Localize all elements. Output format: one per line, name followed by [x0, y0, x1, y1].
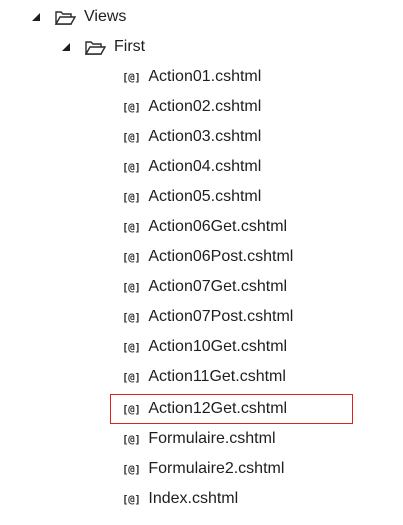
razor-file-icon: [@] — [122, 432, 141, 446]
razor-file-icon: [@] — [122, 492, 141, 506]
file-label: Action11Get.cshtml — [148, 368, 286, 385]
tree-node-label: Views — [84, 8, 127, 25]
file-label: Action10Get.cshtml — [148, 338, 288, 355]
expanded-triangle-icon[interactable] — [30, 11, 42, 23]
razor-file-icon: [@] — [122, 130, 141, 144]
file-label: Action12Get.cshtml — [148, 400, 288, 417]
razor-file-icon: [@] — [122, 250, 141, 264]
file-label: Action07Post.cshtml — [148, 308, 294, 325]
file-item-action03[interactable]: [@] Action03.cshtml — [122, 124, 261, 150]
razor-file-icon: [@] — [122, 280, 141, 294]
file-item-action01[interactable]: [@] Action01.cshtml — [122, 64, 261, 90]
razor-file-icon: [@] — [122, 70, 141, 84]
razor-file-icon: [@] — [122, 160, 141, 174]
file-item-action02[interactable]: [@] Action02.cshtml — [122, 94, 261, 120]
razor-file-icon: [@] — [122, 402, 141, 416]
razor-file-icon: [@] — [122, 310, 141, 324]
file-item-action07get[interactable]: [@] Action07Get.cshtml — [122, 274, 287, 300]
razor-file-icon: [@] — [122, 190, 141, 204]
file-item-action06get[interactable]: [@] Action06Get.cshtml — [122, 214, 287, 240]
razor-file-icon: [@] — [122, 220, 141, 234]
file-item-action12get[interactable]: [@] Action12Get.cshtml — [122, 396, 287, 422]
folder-open-icon — [84, 38, 106, 56]
file-label: Action06Get.cshtml — [148, 218, 288, 235]
file-label: Action03.cshtml — [148, 128, 262, 145]
razor-file-icon: [@] — [122, 340, 141, 354]
file-label: Formulaire2.cshtml — [148, 460, 285, 477]
tree-node-label: First — [114, 38, 146, 55]
file-label: Action02.cshtml — [148, 98, 262, 115]
razor-file-icon: [@] — [122, 100, 141, 114]
tree-node-views[interactable]: Views — [30, 4, 126, 30]
solution-explorer-tree: Views First [@] Action01.cshtml [@] Acti… — [0, 0, 403, 525]
file-item-formulaire2[interactable]: [@] Formulaire2.cshtml — [122, 456, 284, 482]
file-item-action05[interactable]: [@] Action05.cshtml — [122, 184, 261, 210]
folder-open-icon — [54, 8, 76, 26]
file-label: Action01.cshtml — [148, 68, 262, 85]
razor-file-icon: [@] — [122, 462, 141, 476]
file-item-action10get[interactable]: [@] Action10Get.cshtml — [122, 334, 287, 360]
file-label: Index.cshtml — [148, 490, 239, 507]
tree-node-first[interactable]: First — [60, 34, 145, 60]
file-item-index[interactable]: [@] Index.cshtml — [122, 486, 238, 512]
file-item-formulaire[interactable]: [@] Formulaire.cshtml — [122, 426, 276, 452]
file-item-action04[interactable]: [@] Action04.cshtml — [122, 154, 261, 180]
razor-file-icon: [@] — [122, 370, 141, 384]
file-item-action11get[interactable]: [@] Action11Get.cshtml — [122, 364, 286, 390]
file-label: Formulaire.cshtml — [148, 430, 276, 447]
file-item-action06post[interactable]: [@] Action06Post.cshtml — [122, 244, 293, 270]
expanded-triangle-icon[interactable] — [60, 41, 72, 53]
file-label: Action04.cshtml — [148, 158, 262, 175]
file-item-action07post[interactable]: [@] Action07Post.cshtml — [122, 304, 293, 330]
file-label: Action07Get.cshtml — [148, 278, 288, 295]
file-label: Action05.cshtml — [148, 188, 262, 205]
file-label: Action06Post.cshtml — [148, 248, 294, 265]
